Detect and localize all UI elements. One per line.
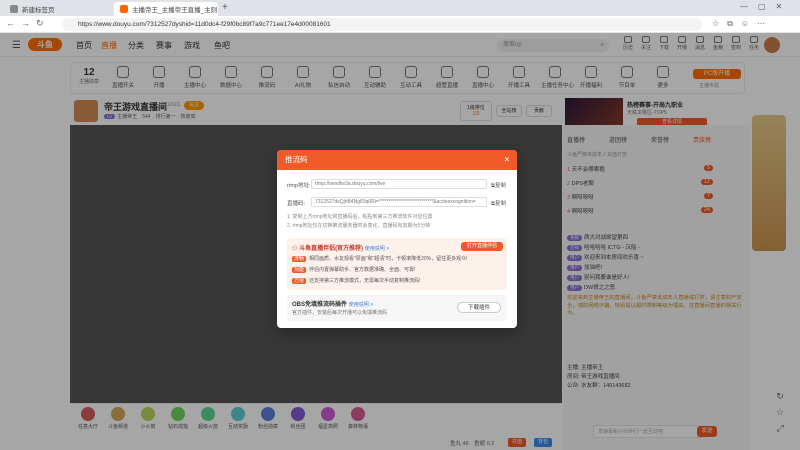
- nav-arrows-icon[interactable]: ←→↻: [6, 18, 50, 29]
- open-companion-button[interactable]: 打开直播伴侣: [461, 242, 503, 251]
- push-url-modal: 推流码 ✕ rtmp地址: rtmp://sendtw3a.douyu.com/l…: [277, 150, 517, 328]
- modal-header: 推流码 ✕: [277, 150, 517, 170]
- promo-line: 方便 还支持第三方推流模式，无需每次手动复制推流码!: [292, 278, 421, 284]
- rtmp-label: rtmp地址:: [287, 183, 311, 189]
- promo-line: 流畅 相同画质、水友观看"原画"和"超清"时，卡顿率降低20%，留住更多观众!: [292, 256, 468, 262]
- browser-tab[interactable]: 新建标签页: [4, 2, 112, 16]
- download-plugin-button[interactable]: 下载插件: [457, 302, 501, 313]
- browser-tools-icons[interactable]: ☆⧉☺⋯: [712, 19, 773, 29]
- stream-code-field[interactable]: 7312527dsQjhB4Ng83q0Ri=*****************…: [311, 197, 487, 207]
- modal-notes: 1. 复制上方rtmp地址和直播码后，粘贴到第三方推流软件对应位置 2. rtmp…: [287, 214, 433, 229]
- new-tab-icon[interactable]: +: [222, 2, 228, 13]
- obs-plugin: OBS免填推流码插件 使用说明 > 官方插件，安装后每次开播可以免填推流码 下载…: [287, 295, 507, 321]
- copy-rtmp-button[interactable]: ⧉复制: [491, 181, 506, 190]
- promo-line: 功能 伴侣内置弹幕助手、官方数据准确、全面、可靠!: [292, 267, 416, 273]
- plugin-help-link[interactable]: 使用说明 >: [349, 302, 373, 308]
- browser-tab-active[interactable]: 主播帝王_主播帝王直播_主则✕: [114, 2, 218, 16]
- url-field[interactable]: https://www.douyu.com/7312527dyshid=11d0…: [62, 18, 702, 31]
- copy-code-button[interactable]: ⧉复制: [491, 199, 506, 208]
- modal-title: 推流码: [285, 155, 308, 164]
- close-icon[interactable]: ✕: [504, 150, 510, 170]
- plugin-title: OBS免填推流码插件: [292, 302, 348, 308]
- browser-tab-bar: 新建标签页 主播帝王_主播帝王直播_主则✕ + —▢✕: [0, 0, 800, 16]
- companion-icon: ⚇: [292, 246, 298, 252]
- tab-favicon-icon: [120, 5, 128, 13]
- promo-title: ⚇ 斗鱼直播伴侣(官方推荐) 使用说明 >: [292, 246, 390, 252]
- rtmp-field[interactable]: rtmp://sendtw3a.douyu.com/live: [311, 179, 487, 189]
- tab-favicon-icon: [10, 5, 18, 13]
- companion-promo: ⚇ 斗鱼直播伴侣(官方推荐) 使用说明 > 打开直播伴侣 流畅 相同画质、水友观看…: [287, 238, 507, 290]
- plugin-desc: 官方插件，安装后每次开播可以免填推流码: [292, 310, 388, 316]
- code-label: 直播码:: [287, 201, 306, 207]
- window-controls[interactable]: —▢✕: [740, 2, 792, 11]
- address-bar-row: ←→↻ https://www.douyu.com/7312527dyshid=…: [0, 16, 800, 33]
- promo-help-link[interactable]: 使用说明 >: [365, 246, 389, 252]
